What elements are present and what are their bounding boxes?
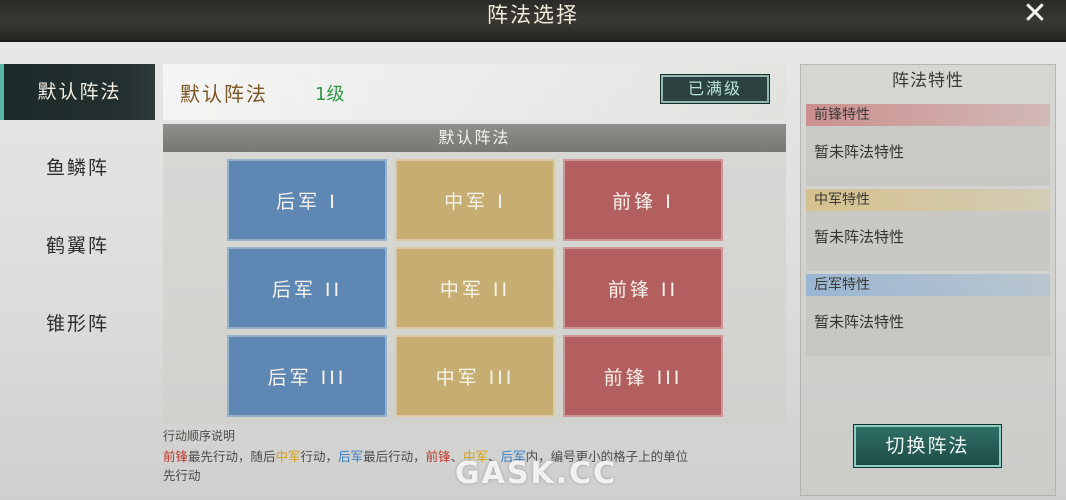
- window-title: 阵法选择: [487, 3, 579, 27]
- note-text: 最后行动，: [363, 449, 426, 464]
- front-trait-label: 前锋特性: [806, 104, 1050, 126]
- rear-trait-value: 暂未阵法特性: [806, 296, 1050, 356]
- note-text: 行动，: [300, 449, 339, 464]
- note-front: 前锋: [425, 449, 451, 464]
- front-trait-value: 暂未阵法特性: [806, 126, 1050, 186]
- formation-name: 默认阵法: [180, 82, 268, 106]
- formation-tabs: 默认阵法 鱼鳞阵 鹤翼阵 锥形阵: [0, 64, 155, 500]
- note-front: 前锋: [163, 449, 189, 464]
- rear-trait-label: 后军特性: [806, 274, 1050, 296]
- cell-mid-1[interactable]: 中军 I: [395, 159, 555, 241]
- tab-default-formation[interactable]: 默认阵法: [0, 64, 155, 120]
- cell-mid-2[interactable]: 中军 II: [395, 247, 555, 329]
- cell-rear-2[interactable]: 后军 II: [227, 247, 387, 329]
- grid-title: 默认阵法: [163, 124, 786, 152]
- watermark: GASK.CC: [455, 456, 618, 491]
- cell-front-3[interactable]: 前锋 III: [563, 335, 723, 417]
- action-order-title: 行动顺序说明: [163, 429, 236, 443]
- close-icon[interactable]: ✕: [1018, 0, 1052, 30]
- title-bar: 阵法选择 ✕: [0, 0, 1066, 42]
- cell-front-2[interactable]: 前锋 II: [563, 247, 723, 329]
- mid-trait-label: 中军特性: [806, 189, 1050, 211]
- note-mid: 中军: [275, 449, 301, 464]
- cell-front-1[interactable]: 前锋 I: [563, 159, 723, 241]
- action-order-text-2: 先行动: [163, 468, 201, 483]
- tab-fish-scale[interactable]: 鱼鳞阵: [0, 140, 155, 196]
- cell-rear-3[interactable]: 后军 III: [227, 335, 387, 417]
- mid-trait-value: 暂未阵法特性: [806, 211, 1050, 271]
- cell-mid-3[interactable]: 中军 III: [395, 335, 555, 417]
- switch-formation-button[interactable]: 切换阵法: [853, 424, 1002, 468]
- maxed-badge: 已满级: [660, 74, 770, 104]
- note-text: 最先行动，随后: [188, 449, 276, 464]
- tab-crane-wing[interactable]: 鹤翼阵: [0, 218, 155, 274]
- cell-rear-1[interactable]: 后军 I: [227, 159, 387, 241]
- formation-level: 1级: [315, 84, 345, 105]
- traits-title: 阵法特性: [892, 71, 964, 91]
- note-rear: 后军: [338, 449, 364, 464]
- tab-wedge[interactable]: 锥形阵: [0, 296, 155, 352]
